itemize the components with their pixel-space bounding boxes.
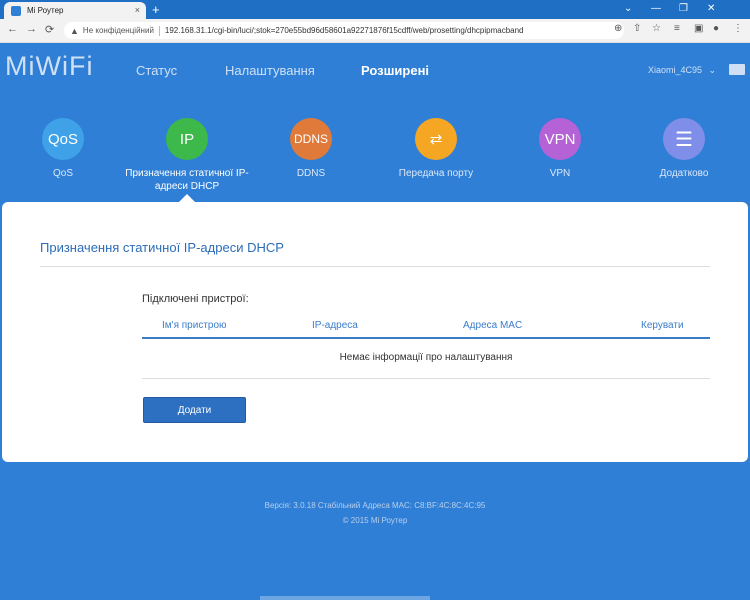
- qos-icon: QoS: [42, 118, 84, 160]
- router-name-dropdown[interactable]: Xiaomi_4C95 ⌄: [648, 65, 716, 76]
- advanced-apps: QoS QoS IP Призначення статичної IP-адре…: [0, 118, 750, 198]
- app-label: VPN: [549, 168, 571, 179]
- menu-settings[interactable]: Налаштування: [225, 63, 315, 78]
- favicon-icon: [11, 5, 21, 16]
- close-window-button[interactable]: ✕: [707, 3, 715, 14]
- menu-status[interactable]: Статус: [136, 63, 177, 78]
- port-forward-icon: ⇄: [415, 118, 457, 160]
- add-button[interactable]: Додати: [143, 397, 246, 423]
- column-manage: Керувати: [641, 320, 684, 331]
- profile-icon[interactable]: ●: [713, 23, 719, 34]
- column-mac-address: Адреса MAC: [463, 320, 523, 331]
- security-status[interactable]: Не конфіденційний: [83, 26, 154, 35]
- tab-close-icon[interactable]: ×: [135, 5, 140, 15]
- browser-tab[interactable]: Mi Роутер ×: [4, 2, 146, 19]
- share-icon[interactable]: ⇧: [633, 23, 641, 34]
- content-panel: Призначення статичної IP-адреси DHCP Під…: [2, 202, 748, 462]
- column-ip-address: IP-адреса: [312, 320, 358, 331]
- ip-icon: IP: [166, 118, 208, 160]
- maximize-button[interactable]: ❐: [679, 3, 688, 14]
- section-subtitle: Підключені пристрої:: [142, 293, 249, 305]
- forward-icon[interactable]: →: [26, 23, 37, 35]
- menu-dots-icon[interactable]: ⋮: [733, 23, 743, 34]
- bookmark-star-icon[interactable]: ☆: [652, 23, 661, 34]
- browser-toolbar: ← → ⟳ ▲ Не конфіденційний 192.168.31.1/c…: [0, 19, 750, 43]
- vpn-icon: VPN: [539, 118, 581, 160]
- reload-icon[interactable]: ⟳: [45, 23, 54, 36]
- app-label: DDNS: [296, 168, 326, 179]
- app-dhcp-static-ip[interactable]: IP Призначення статичної IP-адреси DHCP: [125, 118, 249, 193]
- minimize-button[interactable]: —: [651, 3, 661, 14]
- address-bar[interactable]: ▲ Не конфіденційний 192.168.31.1/cgi-bin…: [64, 22, 624, 39]
- app-vpn[interactable]: VPN VPN: [498, 118, 622, 180]
- back-icon[interactable]: ←: [7, 23, 18, 35]
- horizontal-scrollbar[interactable]: [260, 596, 430, 600]
- router-name: Xiaomi_4C95: [648, 65, 703, 75]
- tab-title: Mi Роутер: [27, 6, 64, 15]
- footer-version: Версія: 3.0.18 Стабільний Адреса MAC: C8…: [264, 501, 486, 510]
- divider: [142, 378, 710, 379]
- column-device-name: Ім'я пристрою: [162, 320, 227, 331]
- side-panel-icon[interactable]: ▣: [694, 23, 703, 34]
- divider: [40, 266, 710, 267]
- warning-icon[interactable]: ▲: [70, 26, 79, 36]
- mail-icon[interactable]: [729, 64, 745, 75]
- app-port-forwarding[interactable]: ⇄ Передача порту: [374, 118, 498, 180]
- app-ddns[interactable]: DDNS DDNS: [249, 118, 373, 180]
- app-label: Призначення статичної IP-адреси DHCP: [125, 168, 249, 192]
- reading-list-icon[interactable]: ≡: [674, 23, 680, 34]
- tab-search-icon[interactable]: ⌄: [624, 3, 632, 14]
- more-menu-icon: ☰: [663, 118, 705, 160]
- app-label: Додатково: [659, 168, 709, 179]
- app-qos[interactable]: QoS QoS: [1, 118, 125, 180]
- url-text[interactable]: 192.168.31.1/cgi-bin/luci/;stok=270e55bd…: [165, 26, 524, 35]
- address-separator: [158, 25, 160, 36]
- footer-copyright: © 2015 Mi Роутер: [342, 516, 408, 525]
- browser-tab-bar: Mi Роутер × + ⌄ — ❐ ✕: [0, 0, 750, 19]
- ddns-icon: DDNS: [290, 118, 332, 160]
- page-title: Призначення статичної IP-адреси DHCP: [40, 240, 284, 255]
- zoom-icon[interactable]: ⊕: [614, 23, 622, 34]
- app-additional[interactable]: ☰ Додатково: [622, 118, 746, 180]
- router-header: MiWiFi Статус Налаштування Розширені Xia…: [0, 43, 750, 103]
- new-tab-button[interactable]: +: [152, 2, 160, 17]
- app-label: Передача порту: [398, 168, 474, 179]
- app-label: QoS: [52, 168, 73, 179]
- chevron-down-icon: ⌄: [708, 65, 717, 75]
- miwifi-logo[interactable]: MiWiFi: [5, 51, 93, 82]
- empty-table-message: Немає інформації про налаштування: [339, 352, 513, 363]
- table-header-line: [142, 337, 710, 339]
- menu-advanced[interactable]: Розширені: [361, 63, 429, 78]
